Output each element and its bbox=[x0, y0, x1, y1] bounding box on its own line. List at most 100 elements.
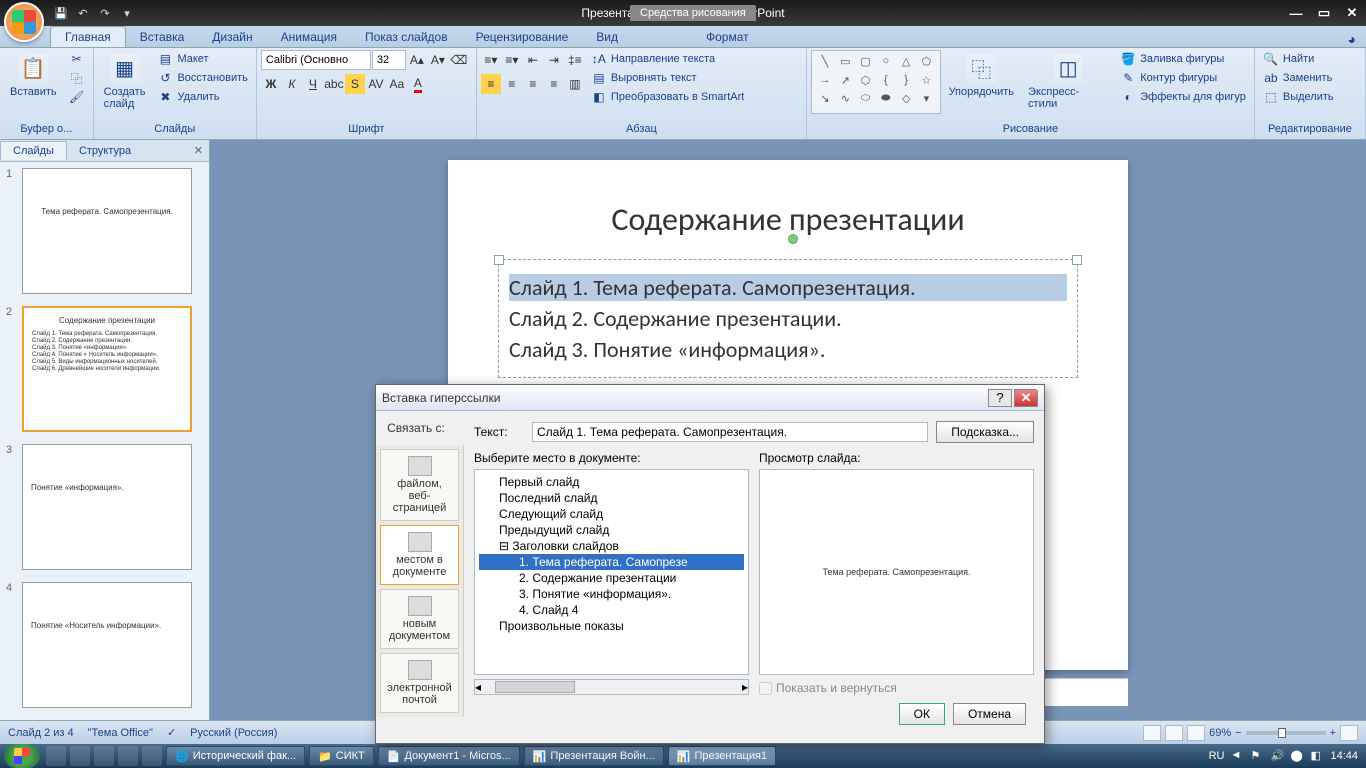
thumbnail[interactable]: 2 Содержание презентации Слайд 1. Тема р… bbox=[6, 306, 203, 432]
tree-item[interactable]: 3. Понятие «информация». bbox=[479, 586, 744, 602]
shape-fill-button[interactable]: 🪣Заливка фигуры bbox=[1116, 50, 1250, 68]
underline-button[interactable]: Ч bbox=[303, 74, 323, 94]
shadow-button[interactable]: S bbox=[345, 74, 365, 94]
office-button[interactable] bbox=[4, 2, 44, 42]
panel-tab-outline[interactable]: Структура bbox=[67, 142, 143, 160]
quicklaunch-icon[interactable] bbox=[118, 746, 138, 766]
tree-item[interactable]: 4. Слайд 4 bbox=[479, 602, 744, 618]
tree-item[interactable]: ⊟ Заголовки слайдов bbox=[479, 538, 744, 554]
paste-button[interactable]: 📋 Вставить bbox=[4, 50, 63, 100]
spellcheck-icon[interactable]: ✓ bbox=[167, 726, 176, 739]
quicklaunch-icon[interactable] bbox=[70, 746, 90, 766]
link-place-button[interactable]: местом в документе bbox=[380, 525, 459, 585]
tree-item[interactable]: Первый слайд bbox=[479, 474, 744, 490]
tray-icon[interactable]: 🔊 bbox=[1270, 749, 1284, 763]
show-return-checkbox[interactable]: Показать и вернуться bbox=[759, 681, 1034, 695]
replace-button[interactable]: abЗаменить bbox=[1259, 69, 1338, 87]
quicklaunch-icon[interactable] bbox=[94, 746, 114, 766]
zoom-out-icon[interactable]: − bbox=[1235, 727, 1241, 739]
quicklaunch-icon[interactable] bbox=[46, 746, 66, 766]
slide-text-line[interactable]: Слайд 2. Содержание презентации. bbox=[509, 305, 1067, 332]
tray-icon[interactable]: ◧ bbox=[1310, 749, 1324, 763]
indent-inc-button[interactable]: ⇥ bbox=[544, 50, 564, 70]
align-right-button[interactable]: ≡ bbox=[523, 74, 543, 94]
strike-button[interactable]: abc bbox=[324, 74, 344, 94]
shape-effects-button[interactable]: ◐Эффекты для фигур bbox=[1116, 88, 1250, 106]
tab-slideshow[interactable]: Показ слайдов bbox=[351, 27, 462, 47]
tooltip-button[interactable]: Подсказка... bbox=[936, 421, 1034, 443]
link-newdoc-button[interactable]: новым документом bbox=[380, 589, 459, 649]
close-icon[interactable]: ✕ bbox=[1338, 4, 1366, 22]
grow-font-icon[interactable]: A▴ bbox=[407, 50, 427, 70]
minimize-icon[interactable]: — bbox=[1282, 4, 1310, 22]
tab-view[interactable]: Вид bbox=[582, 27, 632, 47]
tab-animation[interactable]: Анимация bbox=[267, 27, 351, 47]
tab-review[interactable]: Рецензирование bbox=[462, 27, 583, 47]
format-painter-button[interactable]: 🖌 bbox=[65, 88, 89, 106]
align-text-button[interactable]: ▤Выровнять текст bbox=[587, 69, 748, 87]
layout-button[interactable]: ▤Макет bbox=[153, 50, 251, 68]
align-left-button[interactable]: ≡ bbox=[481, 74, 501, 94]
change-case-button[interactable]: Aa bbox=[387, 74, 407, 94]
bullets-button[interactable]: ≡▾ bbox=[481, 50, 501, 70]
link-file-button[interactable]: файлом, веб- страницей bbox=[380, 449, 459, 521]
link-email-button[interactable]: электронной почтой bbox=[380, 653, 459, 713]
tree-item[interactable]: Произвольные показы bbox=[479, 618, 744, 634]
indent-dec-button[interactable]: ⇤ bbox=[523, 50, 543, 70]
tree-item[interactable]: Предыдущий слайд bbox=[479, 522, 744, 538]
dialog-close-icon[interactable]: ✕ bbox=[1014, 389, 1038, 407]
dialog-help-icon[interactable]: ? bbox=[988, 389, 1012, 407]
undo-icon[interactable]: ↶ bbox=[74, 4, 92, 22]
language-status[interactable]: Русский (Россия) bbox=[190, 727, 277, 739]
slide-text-line[interactable]: Слайд 1. Тема реферата. Самопрезентация. bbox=[509, 274, 1067, 301]
taskbar-item[interactable]: 📁 СИКТ bbox=[309, 746, 374, 766]
bold-button[interactable]: Ж bbox=[261, 74, 281, 94]
zoom-slider[interactable] bbox=[1246, 731, 1326, 735]
font-color-button[interactable]: A bbox=[408, 74, 428, 94]
tree-item[interactable]: 2. Содержание презентации bbox=[479, 570, 744, 586]
panel-tab-slides[interactable]: Слайды bbox=[0, 141, 67, 160]
lang-indicator[interactable]: RU bbox=[1209, 750, 1225, 762]
tree-item[interactable]: Последний слайд bbox=[479, 490, 744, 506]
help-icon[interactable]: ◕ bbox=[1348, 31, 1356, 47]
qat-dropdown-icon[interactable]: ▾ bbox=[118, 4, 136, 22]
thumbnail[interactable]: 4 Понятие «Носитель информации». bbox=[6, 582, 203, 708]
taskbar-item[interactable]: 📊 Презентация1 bbox=[668, 746, 776, 766]
cancel-button[interactable]: Отмена bbox=[953, 703, 1026, 725]
select-button[interactable]: ⬚Выделить bbox=[1259, 88, 1338, 106]
clear-format-icon[interactable]: ⌫ bbox=[449, 50, 469, 70]
thumbnail[interactable]: 3 Понятие «информация». bbox=[6, 444, 203, 570]
taskbar-item[interactable]: 📄 Документ1 - Micros... bbox=[378, 746, 520, 766]
shapes-gallery[interactable]: ╲▭▢○△⬠ →↗⬡{}☆ ↘∿⬭⬬◇▾ bbox=[811, 50, 941, 114]
slide-title[interactable]: Содержание презентации bbox=[498, 200, 1078, 239]
clock[interactable]: 14:44 bbox=[1330, 750, 1358, 762]
align-center-button[interactable]: ≡ bbox=[502, 74, 522, 94]
tray-icon[interactable]: ⚑ bbox=[1250, 749, 1264, 763]
slideshow-view-icon[interactable] bbox=[1187, 725, 1205, 741]
font-size-combo[interactable]: 32 bbox=[372, 50, 406, 70]
tab-format[interactable]: Формат bbox=[692, 27, 763, 47]
place-tree[interactable]: Первый слайд Последний слайд Следующий с… bbox=[474, 469, 749, 675]
font-name-combo[interactable]: Calibri (Основно bbox=[261, 50, 371, 70]
slide-text-line[interactable]: Слайд 3. Понятие «информация». bbox=[509, 336, 1067, 363]
tab-home[interactable]: Главная bbox=[50, 26, 126, 47]
horizontal-scrollbar[interactable]: ◂▸ bbox=[474, 679, 749, 695]
panel-close-icon[interactable]: ✕ bbox=[194, 144, 203, 157]
redo-icon[interactable]: ↷ bbox=[96, 4, 114, 22]
save-icon[interactable]: 💾 bbox=[52, 4, 70, 22]
tree-item[interactable]: 1. Тема реферата. Самопрезе bbox=[479, 554, 744, 570]
dialog-titlebar[interactable]: Вставка гиперссылки ? ✕ bbox=[376, 385, 1044, 411]
numbering-button[interactable]: ≡▾ bbox=[502, 50, 522, 70]
tab-design[interactable]: Дизайн bbox=[198, 27, 266, 47]
fit-window-icon[interactable] bbox=[1340, 725, 1358, 741]
justify-button[interactable]: ≡ bbox=[544, 74, 564, 94]
tab-insert[interactable]: Вставка bbox=[126, 27, 199, 47]
copy-button[interactable]: ⿻ bbox=[65, 69, 89, 87]
tree-item[interactable]: Следующий слайд bbox=[479, 506, 744, 522]
shrink-font-icon[interactable]: A▾ bbox=[428, 50, 448, 70]
taskbar-item[interactable]: 🌐 Исторический фак... bbox=[166, 746, 305, 766]
zoom-percent[interactable]: 69% bbox=[1209, 727, 1231, 739]
ok-button[interactable]: ОК bbox=[899, 703, 945, 725]
italic-button[interactable]: К bbox=[282, 74, 302, 94]
thumbnail[interactable]: 1 Тема реферата. Самопрезентация. bbox=[6, 168, 203, 294]
